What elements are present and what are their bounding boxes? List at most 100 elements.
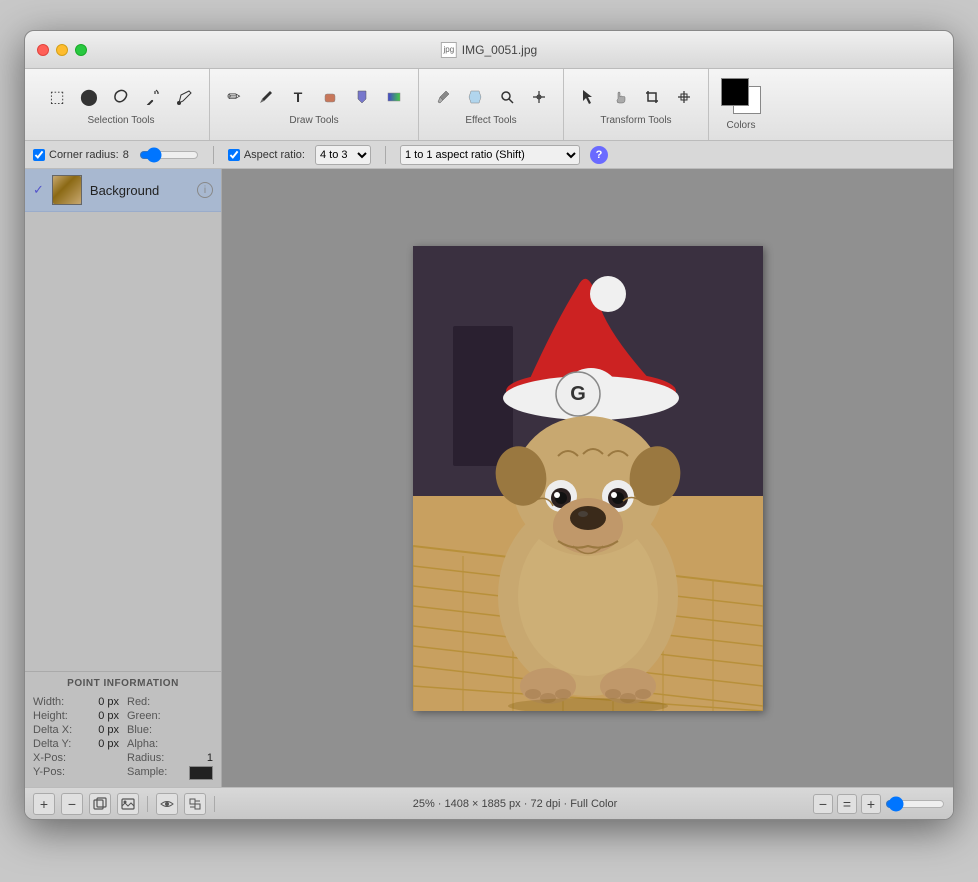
- point-info-grid: Width: 0 px Height: 0 px Delta X: 0 px: [33, 695, 213, 781]
- constraint-select[interactable]: 1 to 1 aspect ratio (Shift) Free aspect …: [400, 145, 580, 165]
- eye-toggle-button[interactable]: [156, 793, 178, 815]
- add-layer-button[interactable]: +: [33, 793, 55, 815]
- point-info-panel: POINT INFORMATION Width: 0 px Height: 0 …: [25, 671, 221, 787]
- eyedropper-tool[interactable]: [429, 83, 457, 111]
- height-row: Height: 0 px: [33, 709, 119, 723]
- shape-tool[interactable]: [316, 83, 344, 111]
- rectangular-select-tool[interactable]: ⬚: [43, 83, 71, 111]
- divider-2: [385, 146, 386, 164]
- maximize-button[interactable]: [75, 44, 87, 56]
- eyedropper-icon: [435, 89, 451, 105]
- layer-image-button[interactable]: [117, 793, 139, 815]
- pencil-tool[interactable]: ✏: [220, 83, 248, 111]
- main-window: jpg IMG_0051.jpg ⬚ ⬤: [24, 30, 954, 820]
- corner-radius-checkbox[interactable]: [33, 149, 45, 161]
- delta-x-value: 0 px: [98, 724, 119, 736]
- pencil-path-tool[interactable]: [171, 83, 199, 111]
- radius-label: Radius:: [127, 752, 177, 764]
- corner-radius-label: Corner radius: 8: [33, 149, 129, 161]
- status-divider-1: [147, 796, 148, 812]
- draw-tools-label: Draw Tools: [289, 115, 338, 126]
- x-pos-label: X-Pos:: [33, 752, 83, 764]
- zoom-out-button[interactable]: −: [813, 794, 833, 814]
- crosshair-icon: [531, 89, 547, 105]
- zoom-icon: [499, 89, 515, 105]
- gradient-icon: [386, 89, 402, 105]
- colors-group: Colors: [709, 69, 773, 140]
- cursor-tool[interactable]: [574, 83, 602, 111]
- foreground-color-swatch[interactable]: [721, 78, 749, 106]
- radius-value: 1: [207, 752, 213, 764]
- green-row: Green:: [127, 709, 213, 723]
- aspect-ratio-select[interactable]: 4 to 3 1 to 1 16 to 9 Free: [315, 145, 371, 165]
- arrange-button[interactable]: [184, 793, 206, 815]
- crop-tool[interactable]: [638, 83, 666, 111]
- aspect-ratio-label: Aspect ratio:: [228, 149, 305, 161]
- selection-tool-icons: ⬚ ⬤: [43, 83, 199, 111]
- corner-radius-slider[interactable]: [139, 147, 199, 163]
- hand-icon: [612, 89, 628, 105]
- blur-tool[interactable]: [461, 83, 489, 111]
- zoom-fit-button[interactable]: =: [837, 794, 857, 814]
- width-value: 0 px: [98, 696, 119, 708]
- status-bar: + −: [25, 787, 953, 819]
- width-label: Width:: [33, 696, 83, 708]
- x-pos-row: X-Pos:: [33, 751, 119, 765]
- magic-wand-tool[interactable]: [139, 83, 167, 111]
- canvas-image: G: [413, 246, 763, 711]
- transform-tool[interactable]: [670, 83, 698, 111]
- crosshair-tool[interactable]: [525, 83, 553, 111]
- fill-tool[interactable]: [348, 83, 376, 111]
- zoom-in-button[interactable]: +: [861, 794, 881, 814]
- selection-tools-label: Selection Tools: [87, 115, 154, 126]
- shape-tool-icon: [322, 89, 338, 105]
- layer-info-button[interactable]: i: [197, 182, 213, 198]
- y-pos-label: Y-Pos:: [33, 766, 83, 778]
- duplicate-layer-button[interactable]: [89, 793, 111, 815]
- sample-label: Sample:: [127, 766, 177, 780]
- duplicate-icon: [93, 797, 107, 811]
- blue-row: Blue:: [127, 723, 213, 737]
- lasso-tool[interactable]: [107, 83, 135, 111]
- sample-swatch: [189, 766, 213, 780]
- right-col: Red: Green: Blue: Alpha:: [127, 695, 213, 781]
- transform-tool-icons: [574, 83, 698, 111]
- remove-layer-button[interactable]: −: [61, 793, 83, 815]
- text-tool[interactable]: T: [284, 83, 312, 111]
- radius-row: Radius: 1: [127, 751, 213, 765]
- aspect-ratio-checkbox[interactable]: [228, 149, 240, 161]
- layer-thumbnail: [52, 175, 82, 205]
- window-title: jpg IMG_0051.jpg: [441, 42, 537, 58]
- help-button[interactable]: ?: [590, 146, 608, 164]
- layer-thumb-pug: [53, 176, 81, 204]
- eye-icon: [160, 797, 174, 811]
- file-type-icon: jpg: [441, 42, 457, 58]
- svg-text:G: G: [570, 383, 586, 405]
- sidebar-spacer: [25, 212, 221, 671]
- elliptical-select-tool[interactable]: ⬤: [75, 83, 103, 111]
- paintbrush-tool[interactable]: [252, 83, 280, 111]
- transform-tools-group: Transform Tools: [564, 69, 709, 140]
- layer-visibility-check[interactable]: ✓: [33, 182, 44, 198]
- draw-tools-group: ✏ T: [210, 69, 419, 140]
- layers-sidebar: ✓ Background i POINT INFORMATION Width: …: [25, 169, 222, 787]
- left-col: Width: 0 px Height: 0 px Delta X: 0 px: [33, 695, 119, 781]
- height-label: Height:: [33, 710, 83, 722]
- hand-tool[interactable]: [606, 83, 634, 111]
- sample-row: Sample:: [127, 765, 213, 781]
- canvas-area[interactable]: G: [222, 169, 953, 787]
- draw-tool-icons: ✏ T: [220, 83, 408, 111]
- minimize-button[interactable]: [56, 44, 68, 56]
- zoom-tool[interactable]: [493, 83, 521, 111]
- close-button[interactable]: [37, 44, 49, 56]
- transform-tools-label: Transform Tools: [600, 115, 671, 126]
- path-tool-icon: [177, 89, 193, 105]
- traffic-lights: [37, 44, 87, 56]
- main-area: ✓ Background i POINT INFORMATION Width: …: [25, 169, 953, 787]
- fill-icon: [354, 89, 370, 105]
- color-swatches[interactable]: [721, 78, 761, 114]
- layer-image-icon: [121, 797, 135, 811]
- zoom-slider[interactable]: [885, 796, 945, 812]
- gradient-tool[interactable]: [380, 83, 408, 111]
- layer-item[interactable]: ✓ Background i: [25, 169, 221, 212]
